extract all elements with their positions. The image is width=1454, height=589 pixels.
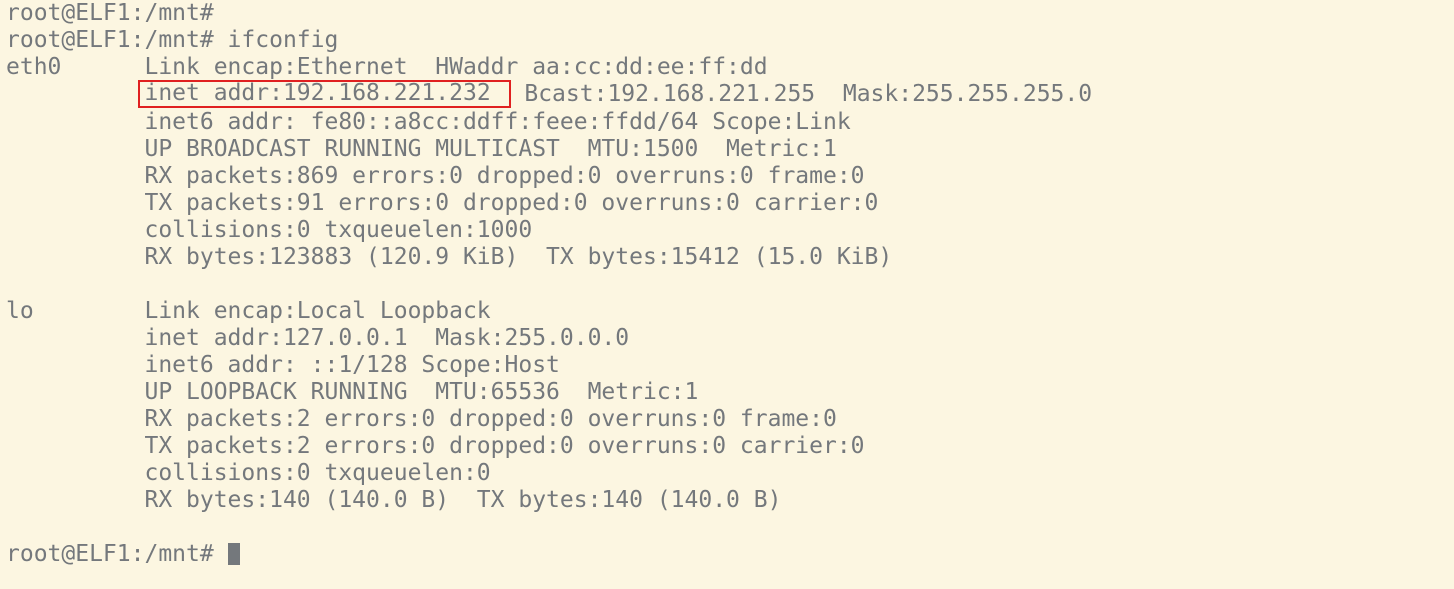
output-line: TX packets:2 errors:0 dropped:0 overruns… (6, 433, 865, 459)
output-line: UP LOOPBACK RUNNING MTU:65536 Metric:1 (6, 379, 698, 405)
output-line: collisions:0 txqueuelen:1000 (6, 217, 532, 243)
terminal-output[interactable]: root@ELF1:/mnt# root@ELF1:/mnt# ifconfig… (0, 0, 1454, 568)
output-line: inet addr:127.0.0.1 Mask:255.0.0.0 (6, 325, 629, 351)
output-line: collisions:0 txqueuelen:0 (6, 460, 491, 486)
output-line: lo Link encap:Local Loopback (6, 298, 491, 324)
output-line: RX packets:2 errors:0 dropped:0 overruns… (6, 406, 837, 432)
output-line: TX packets:91 errors:0 dropped:0 overrun… (6, 190, 878, 216)
command-line: root@ELF1:/mnt# ifconfig (6, 27, 338, 53)
highlight-inet-addr: inet addr:192.168.221.232 (138, 80, 510, 108)
output-line: Bcast:192.168.221.255 Mask:255.255.255.0 (511, 81, 1093, 107)
output-line: RX packets:869 errors:0 dropped:0 overru… (6, 163, 865, 189)
prompt-line: root@ELF1:/mnt# (6, 0, 214, 26)
output-line: RX bytes:123883 (120.9 KiB) TX bytes:154… (6, 244, 892, 270)
cursor-icon (228, 543, 240, 565)
prompt-line: root@ELF1:/mnt# (6, 541, 228, 567)
output-line: eth0 Link encap:Ethernet HWaddr aa:cc:dd… (6, 54, 768, 80)
output-line: RX bytes:140 (140.0 B) TX bytes:140 (140… (6, 487, 781, 513)
output-line: inet6 addr: fe80::a8cc:ddff:feee:ffdd/64… (6, 109, 851, 135)
output-line: UP BROADCAST RUNNING MULTICAST MTU:1500 … (6, 136, 837, 162)
output-line: inet6 addr: ::1/128 Scope:Host (6, 352, 560, 378)
